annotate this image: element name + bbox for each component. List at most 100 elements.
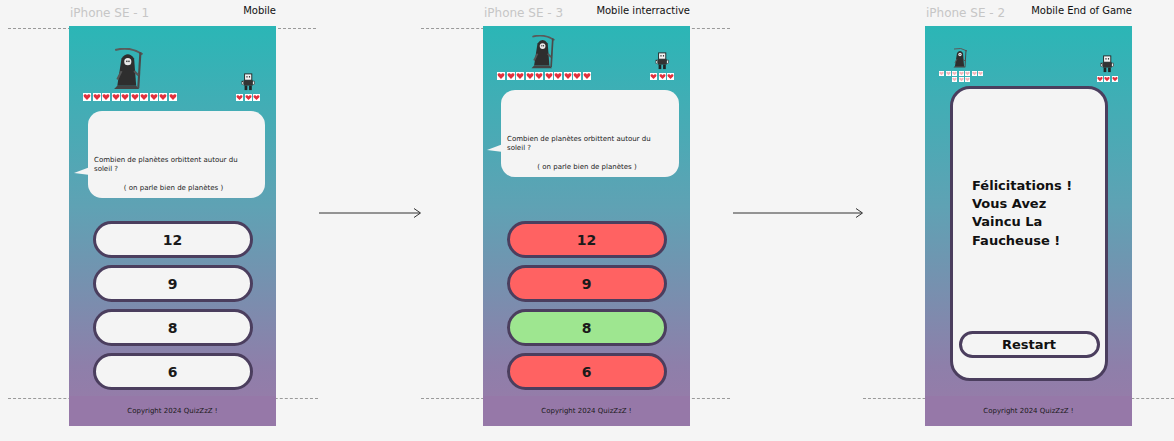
frame-label: Mobile interractive <box>596 5 690 20</box>
heart-icon <box>965 77 970 82</box>
heart-icon <box>959 71 964 76</box>
player-icon <box>655 52 669 70</box>
heart-icon <box>131 93 139 101</box>
heart-icon <box>112 93 120 101</box>
frame-name: iPhone SE - 2 <box>926 6 1005 20</box>
player <box>648 52 676 80</box>
end-card: Félicitations ! Vous Avez Vaincu La Fauc… <box>950 86 1108 381</box>
frame-label: Mobile End of Game <box>1031 5 1132 20</box>
footer: Copyright 2024 QuizZzZ ! <box>483 396 690 426</box>
reaper-icon <box>111 48 149 90</box>
heart-icon <box>545 72 553 80</box>
heart-icon <box>946 71 951 76</box>
reaper-icon <box>952 48 970 68</box>
frame-label-row: iPhone SE - 2 Mobile End of Game <box>925 2 1132 20</box>
heart-icon <box>497 72 505 80</box>
heart-icon <box>978 71 983 76</box>
player-hearts <box>234 94 262 101</box>
boss-hearts <box>81 93 179 101</box>
heart-icon <box>159 93 167 101</box>
heart-icon <box>564 72 572 80</box>
boss-hearts <box>495 72 593 80</box>
heart-icon <box>150 93 158 101</box>
heart-icon <box>516 72 524 80</box>
heart-icon <box>1104 76 1110 82</box>
boss <box>495 35 593 80</box>
phone-screen: Félicitations ! Vous Avez Vaincu La Fauc… <box>925 26 1132 426</box>
answer-button[interactable]: 9 <box>507 265 667 302</box>
heart-icon <box>140 93 148 101</box>
answer-button[interactable]: 8 <box>93 309 253 346</box>
heart-icon <box>959 77 964 82</box>
answer-list: 12 9 8 6 <box>483 221 690 390</box>
player <box>1096 55 1118 82</box>
heart-icon <box>952 71 957 76</box>
heart-icon <box>659 73 666 80</box>
answer-button[interactable]: 9 <box>93 265 253 302</box>
question-text: Combien de planètes orbittent autour du … <box>507 135 667 153</box>
heart-icon <box>583 72 591 80</box>
boss <box>937 48 985 83</box>
player-hearts <box>648 73 676 80</box>
frame-name: iPhone SE - 3 <box>484 6 563 20</box>
answer-button[interactable]: 12 <box>93 221 253 258</box>
heart-icon <box>253 94 260 101</box>
boss-hearts <box>937 71 985 83</box>
player-icon <box>1100 55 1114 73</box>
heart-icon <box>554 72 562 80</box>
phone-screen: Combien de planètes orbittent autour du … <box>483 26 690 426</box>
heart-icon <box>507 72 515 80</box>
phone-screen: Combien de planètes orbittent autour du … <box>69 26 276 426</box>
heart-icon <box>965 71 970 76</box>
heart-icon <box>667 73 674 80</box>
reaper-icon <box>529 35 560 69</box>
heart-icon <box>1112 76 1118 82</box>
heart-icon <box>573 72 581 80</box>
heart-icon <box>526 72 534 80</box>
heart-icon <box>245 94 252 101</box>
hint-text: ( on parle bien de planètes ) <box>94 184 253 192</box>
heart-icon <box>93 93 101 101</box>
game-header <box>925 26 1132 82</box>
heart-icon <box>83 93 91 101</box>
frame-label-row: iPhone SE - 3 Mobile interractive <box>483 2 690 20</box>
speech-bubble: Combien de planètes orbittent autour du … <box>88 111 265 198</box>
answer-button[interactable]: 6 <box>93 353 253 390</box>
game-header <box>483 26 690 80</box>
heart-icon <box>121 93 129 101</box>
frame-label: Mobile <box>243 5 276 20</box>
heart-icon <box>939 71 944 76</box>
heart-icon <box>972 71 977 76</box>
frame-name: iPhone SE - 1 <box>70 6 149 20</box>
heart-icon <box>1097 76 1103 82</box>
answer-list: 12 9 8 6 <box>69 221 276 390</box>
question-text: Combien de planètes orbittent autour du … <box>94 156 253 174</box>
player-hearts <box>1096 76 1118 82</box>
boss <box>81 48 179 101</box>
design-canvas: iPhone SE - 1 Mobile Combien de planètes o… <box>0 0 1174 441</box>
answer-button[interactable]: 6 <box>507 353 667 390</box>
answer-button[interactable]: 8 <box>507 309 667 346</box>
heart-icon <box>169 93 177 101</box>
frame: iPhone SE - 1 Mobile Combien de planètes o… <box>69 2 276 426</box>
heart-icon <box>952 77 957 82</box>
heart-icon <box>236 94 243 101</box>
frame: iPhone SE - 2 Mobile End of Game Félicitat… <box>925 2 1132 426</box>
heart-icon <box>535 72 543 80</box>
frame: iPhone SE - 3 Mobile interractive Combien … <box>483 2 690 426</box>
heart-icon <box>650 73 657 80</box>
restart-button[interactable]: Restart <box>959 331 1100 358</box>
answer-button[interactable]: 12 <box>507 221 667 258</box>
flow-arrow-icon <box>733 207 864 219</box>
frame-label-row: iPhone SE - 1 Mobile <box>69 2 276 20</box>
footer: Copyright 2024 QuizZzZ ! <box>925 396 1132 426</box>
flow-arrow-icon <box>319 207 422 219</box>
footer: Copyright 2024 QuizZzZ ! <box>69 396 276 426</box>
heart-icon <box>102 93 110 101</box>
game-header <box>69 26 276 101</box>
player-icon <box>241 73 255 91</box>
hint-text: ( on parle bien de planètes ) <box>507 163 667 171</box>
player <box>234 73 262 101</box>
end-message: Félicitations ! Vous Avez Vaincu La Fauc… <box>972 177 1086 250</box>
speech-bubble: Combien de planètes orbittent autour du … <box>501 90 679 177</box>
